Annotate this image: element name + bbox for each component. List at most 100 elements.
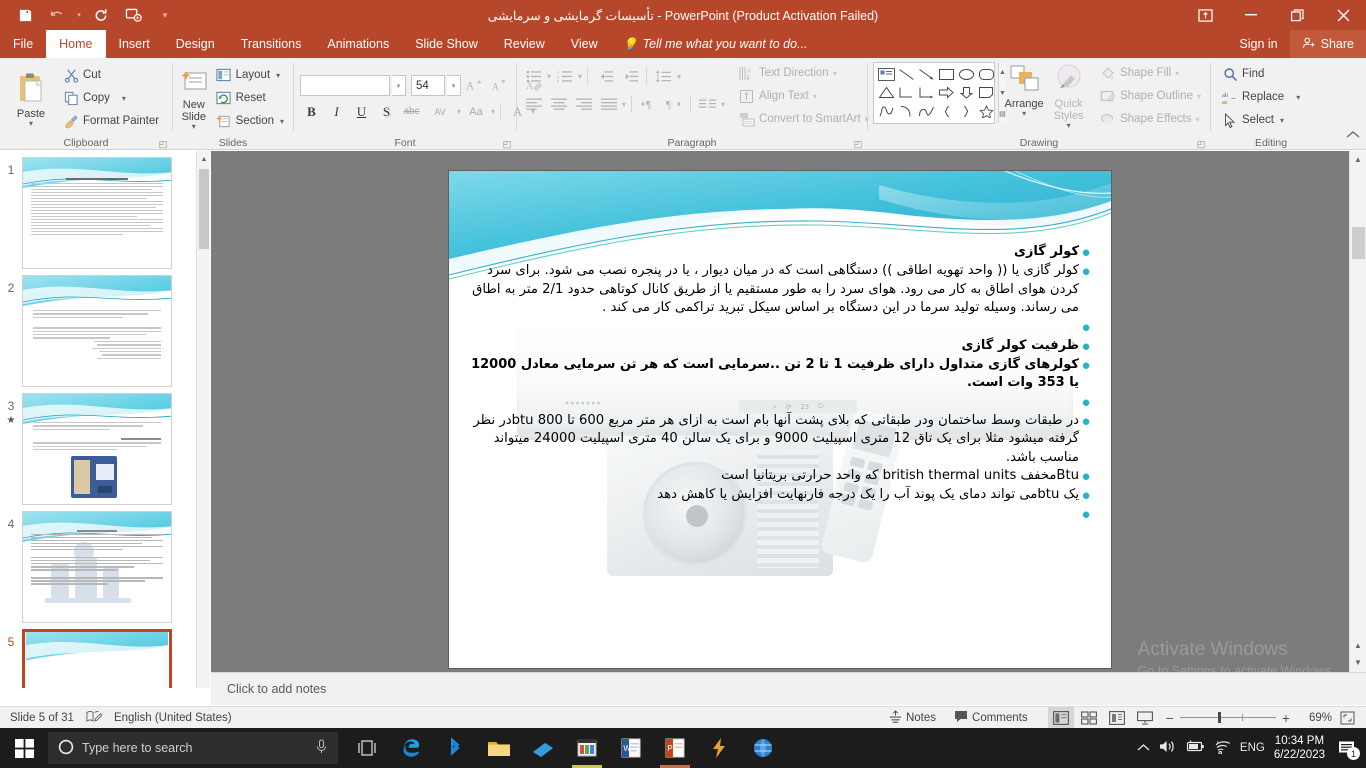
- bold-button[interactable]: B: [300, 101, 323, 123]
- slide-thumbnail-pane[interactable]: 1: [0, 151, 196, 688]
- spell-check-icon[interactable]: [86, 710, 102, 726]
- comments-button[interactable]: Comments: [946, 707, 1036, 729]
- microphone-icon[interactable]: [315, 739, 328, 757]
- minimize-button[interactable]: [1228, 0, 1274, 30]
- select-dropdown-icon[interactable]: ▾: [1280, 117, 1284, 124]
- rectangle-shape-icon[interactable]: [936, 65, 956, 83]
- quick-styles-button[interactable]: Quick Styles ▾: [1047, 62, 1090, 129]
- thumbnail-item[interactable]: 5: [0, 623, 196, 688]
- shape-effects-dropdown-icon[interactable]: ▾: [1196, 116, 1200, 123]
- previous-slide-icon[interactable]: ▲: [1350, 637, 1366, 654]
- reading-view-button[interactable]: [1104, 707, 1130, 729]
- new-slide-button[interactable]: New Slide ▾: [178, 67, 210, 130]
- blue-app-icon[interactable]: [522, 728, 564, 768]
- columns-button[interactable]: [696, 93, 719, 115]
- numbering-dropdown-icon[interactable]: ▾: [578, 73, 582, 80]
- browser-icon[interactable]: [742, 728, 784, 768]
- reset-button[interactable]: Reset: [212, 87, 288, 109]
- language-indicator[interactable]: English (United States): [114, 712, 232, 724]
- notifications-button[interactable]: 1: [1334, 728, 1360, 768]
- change-case-dropdown-icon[interactable]: ▾: [491, 108, 495, 115]
- collapse-ribbon-button[interactable]: [1346, 127, 1360, 145]
- zoom-in-button[interactable]: +: [1282, 710, 1290, 726]
- line-spacing-dropdown-icon[interactable]: ▾: [677, 73, 681, 80]
- slide-sorter-view-button[interactable]: [1076, 707, 1102, 729]
- arrange-button[interactable]: Arrange ▾: [1001, 62, 1047, 117]
- notes-pane[interactable]: Click to add notes: [211, 672, 1366, 705]
- decrease-font-size-button[interactable]: A: [488, 75, 511, 97]
- zoom-track[interactable]: [1180, 717, 1276, 718]
- close-button[interactable]: [1320, 0, 1366, 30]
- shapes-gallery[interactable]: ▲ ▼ ▤: [873, 62, 995, 124]
- increase-font-size-button[interactable]: A: [463, 75, 486, 97]
- thumbnail-pane-scrollbar[interactable]: ▲: [196, 151, 210, 688]
- section-button[interactable]: Section ▾: [212, 110, 288, 132]
- curve-shape-icon[interactable]: [916, 103, 936, 121]
- thumbnail-item[interactable]: 2: [0, 269, 196, 387]
- scrollbar-thumb[interactable]: [1352, 227, 1365, 259]
- undo-icon[interactable]: [42, 2, 72, 28]
- shape-outline-button[interactable]: Shape Outline ▾: [1096, 85, 1205, 107]
- font-size-input[interactable]: 54: [411, 75, 445, 96]
- powerpoint-icon[interactable]: P: [654, 728, 696, 768]
- fit-to-window-button[interactable]: [1334, 707, 1360, 729]
- rounded-rectangle-shape-icon[interactable]: [976, 65, 996, 83]
- network-icon[interactable]: [1214, 740, 1231, 757]
- zoom-knob[interactable]: [1218, 712, 1221, 723]
- current-slide[interactable]: ●●●●●●● ⌁⟳23⏻: [449, 171, 1111, 668]
- tab-home[interactable]: Home: [46, 30, 105, 58]
- battery-icon[interactable]: [1185, 740, 1205, 756]
- zoom-out-button[interactable]: −: [1166, 710, 1174, 726]
- elbow-arrow-connector-icon[interactable]: [916, 84, 936, 102]
- scroll-up-icon[interactable]: ▲: [1350, 151, 1366, 168]
- undo-dropdown-icon[interactable]: ▾: [74, 2, 84, 28]
- bullets-button[interactable]: [522, 65, 545, 87]
- drawing-dialog-launcher[interactable]: ◰: [1196, 139, 1206, 149]
- shape-fill-button[interactable]: Shape Fill ▾: [1096, 62, 1205, 84]
- tab-review[interactable]: Review: [491, 30, 558, 58]
- character-spacing-dropdown-icon[interactable]: ▾: [457, 108, 461, 115]
- thumbnail-slide-5[interactable]: [22, 629, 172, 688]
- sign-in-button[interactable]: Sign in: [1227, 30, 1289, 58]
- thumbnail-item[interactable]: 4: [0, 505, 196, 623]
- font-size-dropdown-icon[interactable]: ▾: [447, 75, 461, 96]
- text-shadow-button[interactable]: S: [375, 101, 398, 123]
- text-direction-button[interactable]: A Text Direction ▾: [735, 62, 873, 84]
- thumbnail-slide-3[interactable]: [22, 393, 172, 505]
- align-center-button[interactable]: [547, 93, 570, 115]
- justify-button[interactable]: [597, 93, 620, 115]
- tell-me-search[interactable]: 💡 Tell me what you want to do...: [611, 30, 820, 58]
- tab-design[interactable]: Design: [163, 30, 228, 58]
- justify-dropdown-icon[interactable]: ▾: [622, 101, 626, 108]
- share-button[interactable]: Share: [1290, 30, 1366, 58]
- oval-shape-icon[interactable]: [956, 65, 976, 83]
- font-name-input[interactable]: [300, 75, 390, 96]
- file-explorer-icon[interactable]: [478, 728, 520, 768]
- textbox-shape-icon[interactable]: [876, 65, 896, 83]
- line-shape-icon[interactable]: [896, 65, 916, 83]
- down-arrow-shape-icon[interactable]: [956, 84, 976, 102]
- thumbnail-slide-1[interactable]: [22, 157, 172, 269]
- font-dialog-launcher[interactable]: ◰: [502, 139, 512, 149]
- edge-icon[interactable]: [390, 728, 432, 768]
- arrange-dropdown-icon[interactable]: ▾: [1022, 110, 1026, 117]
- align-text-dropdown-icon[interactable]: ▾: [813, 93, 817, 100]
- tab-file[interactable]: File: [0, 30, 46, 58]
- paragraph-dialog-launcher[interactable]: ◰: [853, 139, 863, 149]
- tab-transitions[interactable]: Transitions: [228, 30, 315, 58]
- ribbon-display-options-icon[interactable]: [1182, 0, 1228, 30]
- text-direction-dropdown-icon[interactable]: ▾: [833, 70, 837, 77]
- start-button[interactable]: [0, 728, 48, 768]
- italic-button[interactable]: I: [325, 101, 348, 123]
- volume-icon[interactable]: [1159, 739, 1176, 757]
- triangle-shape-icon[interactable]: [876, 84, 896, 102]
- word-icon[interactable]: W: [610, 728, 652, 768]
- shape-outline-dropdown-icon[interactable]: ▾: [1197, 93, 1201, 100]
- layout-button[interactable]: Layout ▾: [212, 64, 288, 86]
- tab-insert[interactable]: Insert: [106, 30, 163, 58]
- scribble-shape-icon[interactable]: [876, 103, 896, 121]
- zoom-level[interactable]: 69%: [1298, 712, 1332, 724]
- arc-shape-icon[interactable]: [896, 103, 916, 121]
- language-indicator[interactable]: ENG: [1240, 742, 1265, 754]
- scroll-up-icon[interactable]: ▲: [197, 151, 211, 167]
